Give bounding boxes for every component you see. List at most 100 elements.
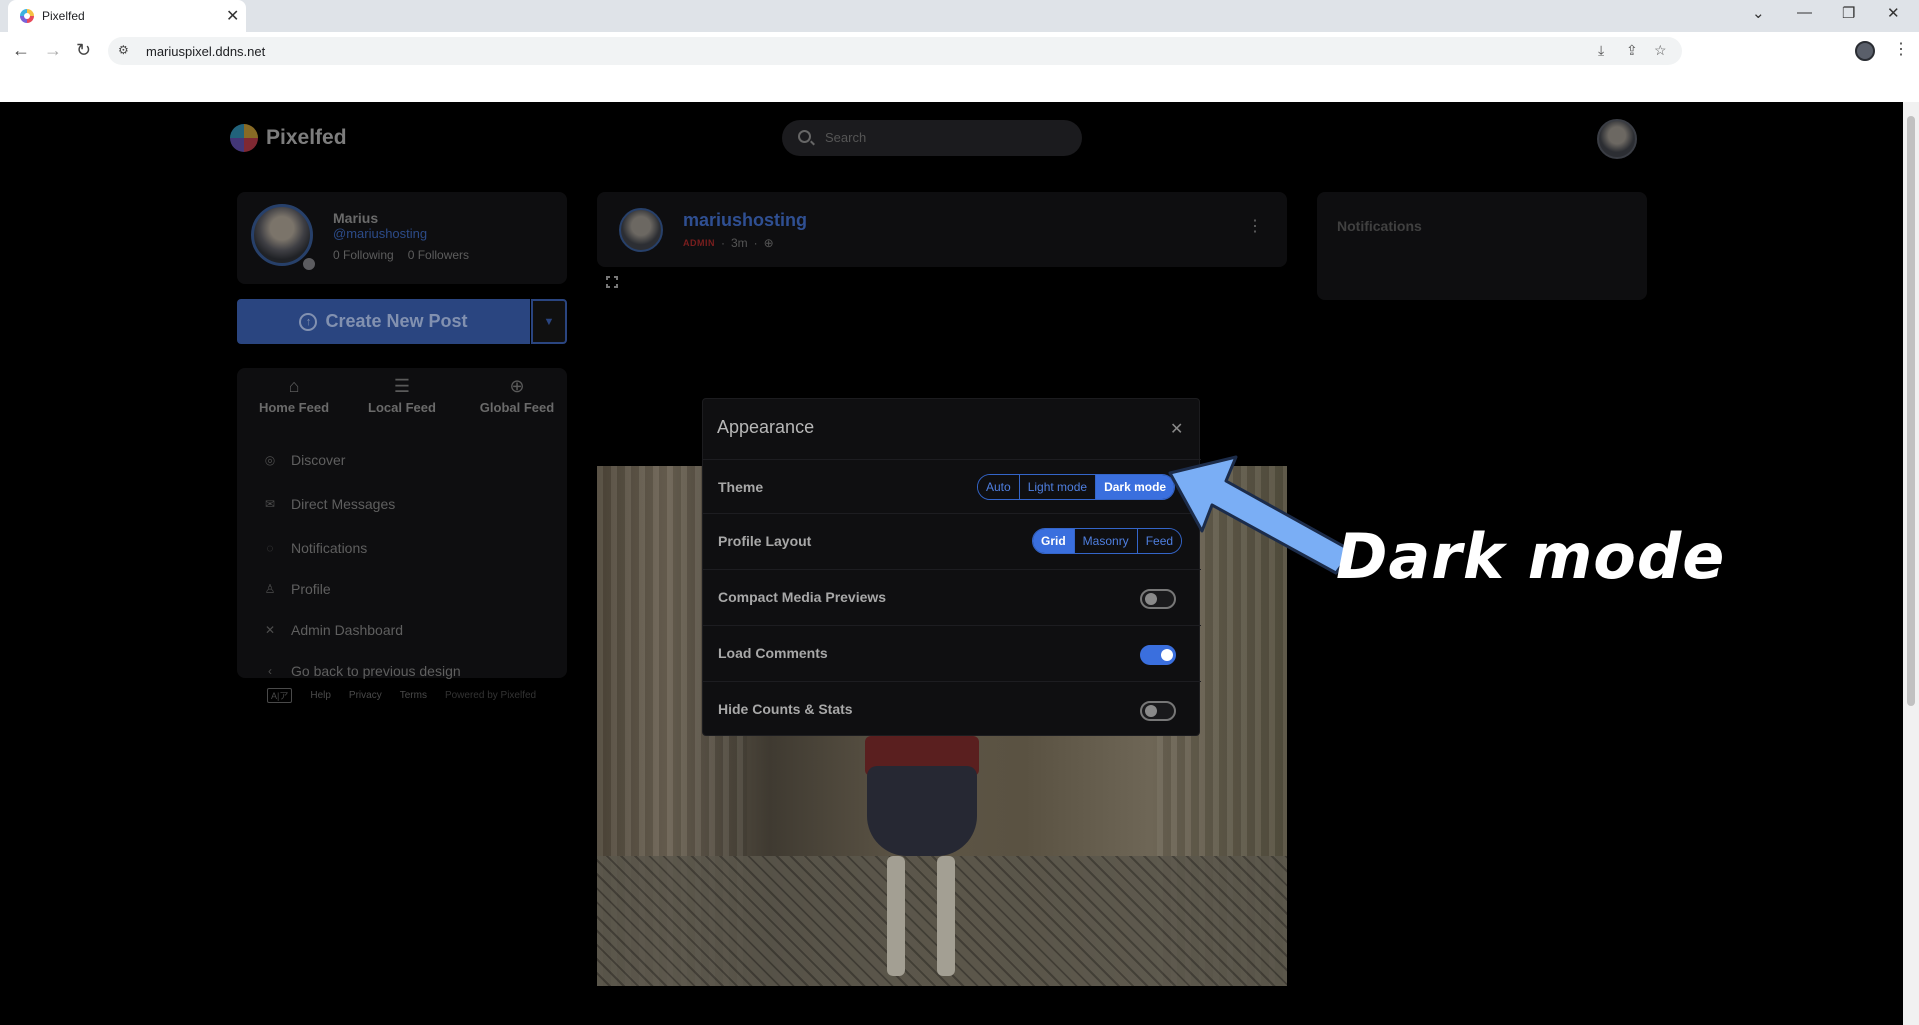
sidebar-item-previous-design[interactable]: ‹ Go back to previous design (263, 663, 461, 679)
expand-icon[interactable] (605, 275, 619, 289)
navigation-card: ⌂ Home Feed ☰ Local Feed ⊕ Global Feed ◎… (237, 368, 567, 679)
url-bar[interactable]: ⚙ mariuspixel.ddns.net ⤓ ⇪ ☆ (108, 37, 1682, 65)
share-icon[interactable]: ⇪ (1626, 42, 1638, 59)
bookmark-star-icon[interactable]: ☆ (1654, 42, 1667, 59)
forward-icon[interactable]: → (44, 40, 62, 61)
more-options-icon[interactable]: ⋮ (1247, 216, 1263, 236)
post-author-avatar[interactable] (619, 208, 663, 252)
page-scrollbar[interactable] (1903, 102, 1919, 1025)
mail-icon: ✉ (264, 497, 276, 511)
sidebar-item-label: Go back to previous design (291, 663, 461, 679)
admin-badge: ADMIN (683, 238, 715, 248)
profile-layout-selector: Grid Masonry Feed (1032, 528, 1183, 554)
sidebar-item-direct-messages[interactable]: ✉ Direct Messages (263, 496, 395, 512)
browser-menu-icon[interactable]: ⋮ (1893, 39, 1909, 59)
reload-icon[interactable]: ↻ (76, 40, 91, 61)
tab-home-feed[interactable]: ⌂ Home Feed (244, 376, 344, 415)
meta-separator: · (753, 236, 758, 250)
post-timestamp[interactable]: 3m (731, 236, 748, 250)
restore-icon[interactable]: ❐ (1842, 4, 1855, 22)
post-author-username[interactable]: mariushosting (683, 210, 807, 231)
tab-global-feed[interactable]: ⊕ Global Feed (467, 376, 567, 415)
user-avatar[interactable] (1597, 119, 1637, 159)
tab-search-icon[interactable]: ⌄ (1752, 4, 1765, 22)
globe-icon: ⊕ (509, 376, 525, 396)
install-app-icon[interactable]: ⤓ (1598, 42, 1604, 59)
create-new-post-label: Create New Post (325, 311, 468, 331)
sidebar-item-label: Discover (291, 452, 346, 468)
toggle-knob (1145, 593, 1157, 605)
modal-title: Appearance (717, 417, 815, 437)
minimize-icon[interactable]: — (1797, 4, 1812, 21)
chevron-left-icon: ‹ (268, 664, 272, 678)
sidebar-item-profile[interactable]: ♙ Profile (263, 581, 331, 597)
logo-text: Pixelfed (266, 126, 347, 149)
notifications-title: Notifications (1337, 218, 1422, 234)
language-icon[interactable]: A|ア (267, 688, 293, 703)
terms-link[interactable]: Terms (400, 690, 427, 701)
feed-tab-label: Global Feed (479, 400, 555, 415)
window-close-icon[interactable]: ✕ (1887, 4, 1900, 22)
caret-down-icon: ▼ (543, 315, 555, 328)
hide-counts-toggle[interactable] (1140, 701, 1176, 721)
layout-grid-option[interactable]: Grid (1033, 529, 1075, 553)
create-new-post-button[interactable]: ↑ Create New Post (237, 299, 530, 344)
annotation-arrow-icon (1168, 455, 1354, 575)
post-meta: ADMIN · 3m · ⊕ (683, 236, 774, 250)
theme-selector: Auto Light mode Dark mode (977, 474, 1176, 500)
browser-tab[interactable]: Pixelfed ✕ (8, 0, 246, 32)
home-icon: ⌂ (288, 376, 300, 396)
upload-icon: ↑ (299, 312, 318, 331)
post-header: mariushosting ADMIN · 3m · ⊕ ⋮ (597, 192, 1287, 267)
pixelfed-logo[interactable]: Pixelfed (230, 124, 347, 152)
followers-count[interactable]: 0 Followers (408, 248, 469, 262)
hide-counts-label: Hide Counts & Stats (718, 701, 853, 717)
status-badge (301, 256, 317, 272)
browser-profile-avatar[interactable] (1855, 41, 1875, 61)
profile-name[interactable]: Marius (333, 210, 378, 226)
pixelfed-page: Pixelfed Search Marius @mariushosting 0 … (0, 102, 1903, 1025)
close-icon[interactable]: ✕ (1170, 419, 1183, 439)
compass-icon: ◎ (264, 453, 276, 467)
theme-light-option[interactable]: Light mode (1019, 475, 1097, 499)
search-input[interactable]: Search (782, 120, 1082, 156)
tab-strip: Pixelfed ✕ ⌄ — ❐ ✕ (0, 0, 1919, 32)
profile-layout-label: Profile Layout (718, 533, 812, 549)
theme-auto-option[interactable]: Auto (978, 475, 1020, 499)
user-icon: ♙ (264, 582, 276, 596)
profile-handle[interactable]: @mariushosting (333, 226, 427, 241)
sidebar-item-discover[interactable]: ◎ Discover (263, 452, 346, 468)
tab-close-icon[interactable]: ✕ (226, 6, 239, 26)
scrollbar-thumb[interactable] (1907, 116, 1915, 706)
feed-tab-label: Home Feed (258, 400, 330, 415)
meta-separator: · (721, 236, 725, 250)
footer-links: A|ア Help Privacy Terms Powered by Pixelf… (267, 688, 536, 703)
compact-media-row: Compact Media Previews (703, 569, 1201, 625)
photo-figure (887, 856, 905, 976)
following-count[interactable]: 0 Following (333, 248, 394, 262)
sidebar-item-label: Notifications (291, 540, 368, 556)
appearance-modal: Appearance ✕ Theme Auto Light mode Dark … (702, 398, 1201, 737)
site-info-icon[interactable]: ⚙ (118, 43, 129, 57)
sidebar-item-label: Direct Messages (291, 496, 396, 512)
sidebar-item-label: Admin Dashboard (291, 622, 404, 638)
privacy-link[interactable]: Privacy (349, 690, 382, 701)
bell-icon: ◌ (266, 541, 274, 555)
help-link[interactable]: Help (310, 690, 331, 701)
create-dropdown-button[interactable]: ▼ (531, 299, 567, 344)
browser-chrome: Pixelfed ✕ ⌄ — ❐ ✕ ← → ↻ ⚙ mariuspixel.d… (0, 0, 1919, 102)
layout-masonry-option[interactable]: Masonry (1074, 529, 1138, 553)
search-icon (798, 130, 811, 143)
hide-counts-row: Hide Counts & Stats (703, 681, 1201, 737)
sidebar-item-notifications[interactable]: ◌ Notifications (263, 540, 367, 556)
pixelfed-favicon-icon (20, 9, 34, 23)
back-icon[interactable]: ← (12, 40, 30, 61)
url-text: mariuspixel.ddns.net (146, 44, 266, 59)
profile-stats: 0 Following 0 Followers (333, 248, 469, 262)
theme-dark-option[interactable]: Dark mode (1096, 475, 1175, 499)
tab-local-feed[interactable]: ☰ Local Feed (352, 376, 452, 415)
load-comments-toggle[interactable] (1140, 645, 1176, 665)
powered-by-link[interactable]: Powered by Pixelfed (445, 690, 536, 701)
sidebar-item-admin-dashboard[interactable]: ✕ Admin Dashboard (263, 622, 403, 638)
profile-card: Marius @mariushosting 0 Following 0 Follo… (237, 192, 567, 284)
